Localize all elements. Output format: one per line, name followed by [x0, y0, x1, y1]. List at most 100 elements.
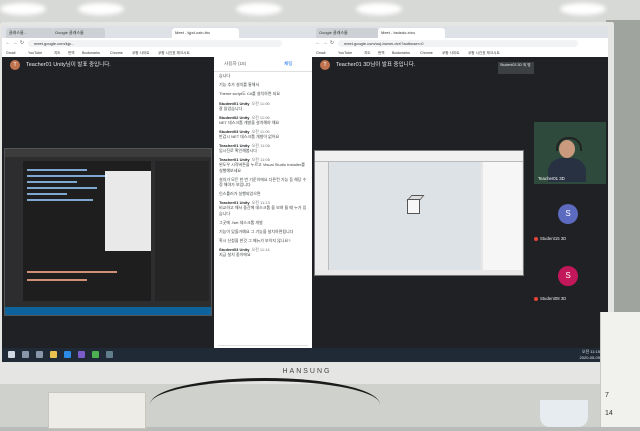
code-line: [27, 279, 87, 281]
mic-off-icon: [534, 296, 538, 301]
forward-icon[interactable]: →: [322, 40, 328, 46]
reload-icon[interactable]: ↻: [19, 40, 25, 46]
presenter-avatar: T: [320, 60, 330, 70]
edge-icon[interactable]: [64, 351, 71, 358]
modeler-tray-panel: [483, 162, 522, 270]
ide-status-bar: [5, 307, 211, 315]
task-view-icon[interactable]: [36, 351, 43, 358]
ide-menu-bar: [5, 149, 211, 157]
chat-message: 습니다: [219, 73, 308, 78]
chat-message: Student03 Unity 오전 11:14 지금 설치 중이에요: [219, 247, 308, 257]
participant-name: Student15 3D: [534, 236, 566, 241]
forward-icon[interactable]: →: [12, 40, 18, 46]
monitor-brand: HANSUNG: [282, 368, 332, 375]
ceiling: [0, 0, 640, 22]
modeler-tool-palette: [315, 162, 329, 270]
participant-avatar[interactable]: S: [558, 266, 578, 286]
bookmark-item[interactable]: YouTube: [28, 50, 42, 56]
participant-name: Teacher01 3D: [538, 176, 565, 181]
chat-message: 인스톨러가 실행되었으면: [219, 191, 308, 196]
chat-text: 습니다: [219, 73, 231, 78]
presenter-banner: Teacher01 Unity님이 발표 중입니다.: [26, 62, 111, 68]
chat-text: 기능이 있을거예요 그 기능을 설치하면됩니다: [219, 229, 294, 235]
chat-timestamp: 오전 11:14: [251, 247, 270, 253]
shared-screen: [314, 150, 524, 276]
ide-dialog: [105, 171, 151, 251]
chat-timestamp: 오전 11:06: [251, 100, 270, 106]
code-line: [27, 187, 97, 189]
back-icon[interactable]: ←: [315, 40, 321, 46]
chat-message: Theme script도 C#를 설치하면 되요: [219, 91, 308, 96]
bookmark-item[interactable]: 지도: [364, 50, 371, 56]
search-icon[interactable]: [22, 351, 29, 358]
ceiling-light: [78, 3, 124, 15]
right-browser-window: Google 클래스룸 Meet - bsdsdo-xixu ← → ↻ mee…: [312, 26, 608, 362]
bookmark-item[interactable]: 쿠팡 시간표 체크시트: [468, 50, 500, 56]
chrome-icon[interactable]: [92, 351, 99, 358]
chat-sender-name: Student01 Unity: [219, 100, 250, 106]
back-icon[interactable]: ←: [5, 40, 11, 46]
bookmark-item[interactable]: Gmail: [316, 50, 325, 56]
chat-message: 그곳에 .Net 데스크톱 개발: [219, 220, 308, 225]
chat-text: 그곳에 .Net 데스크톱 개발: [219, 219, 263, 225]
headphones-icon: [556, 137, 582, 151]
cable: [150, 378, 380, 431]
cup: [540, 400, 588, 427]
bookmark-item[interactable]: 번역: [68, 50, 75, 56]
browser-tab[interactable]: 클래스룸...: [6, 28, 53, 38]
code-line: [27, 199, 93, 201]
tab-people[interactable]: 사용자 (18): [224, 60, 246, 68]
system-clock[interactable]: 오전 11:15 2020-05-09: [580, 349, 600, 361]
chat-message: Student03 Unity 오전 11:06 반갑시 NET 데스크톱 개발이 …: [219, 129, 308, 139]
bookmark-item[interactable]: 쿠팡 사이트: [442, 50, 460, 56]
os-taskbar: 오전 11:15 2020-05-09: [2, 348, 608, 362]
chat-message: Teacher01 Unity 오전 11:06 왼도우 시작버튼을 누르고 Vis…: [219, 157, 308, 172]
tab-bar: Google 클래스룸 Meet - bsdsdo-xixu: [312, 26, 608, 38]
browser-tab-active[interactable]: Meet - kjpd-ozin-thc: [172, 28, 239, 38]
chat-panel: 사용자 (18) 채팅 습니다기능 추가 설치를 통해서 Theme script…: [214, 57, 312, 362]
bookmark-item[interactable]: 쿠팡 시간표 체크시트: [158, 50, 190, 56]
chat-text: 잘 읽었습니다: [219, 105, 243, 111]
tab-chat[interactable]: 채팅: [284, 60, 292, 68]
visual-studio-icon[interactable]: [78, 351, 85, 358]
bookmark-item[interactable]: 지도: [54, 50, 61, 56]
windows-start-icon[interactable]: [8, 351, 15, 358]
bookmark-item[interactable]: Bookmarks: [82, 50, 100, 56]
bookmark-item[interactable]: Gmail: [6, 50, 15, 56]
ceiling-light: [560, 3, 606, 15]
browser-tab[interactable]: Google 클래스룸: [52, 28, 105, 38]
participant-name-text: Student08 3D: [540, 296, 567, 301]
ide-solution-explorer: [155, 161, 209, 301]
code-line: [27, 169, 87, 171]
chat-message: 혹시 신청을 한것 그 메뉴가 보이지 않나요?: [219, 238, 308, 243]
chat-message: 기능 추가 설치를 통해서: [219, 82, 308, 87]
file-explorer-icon[interactable]: [50, 351, 57, 358]
cube-shape: [407, 199, 420, 214]
reload-icon[interactable]: ↻: [329, 40, 335, 46]
bookmark-item[interactable]: Chrome: [420, 50, 433, 56]
chat-text: 기능 추가 설치를 통해서: [219, 82, 260, 88]
chat-text: 반갑시 NET 데스크톱 개발이 없어요: [219, 134, 280, 140]
ceiling-light: [0, 3, 46, 15]
participant-avatar[interactable]: S: [558, 204, 578, 224]
chat-text: 인스톨러가 실행되었으면: [219, 191, 261, 197]
tab-bar: 클래스룸... Google 클래스룸 Meet - kjpd-ozin-thc: [2, 26, 312, 38]
chat-message: Teacher01 Unity 오전 11:13 비교하고 해서 중간에 데스크톱 …: [219, 200, 308, 215]
chat-text: 비교하고 해서 중간에 데스크톱 을 보여 될 때 누가 있습니다: [219, 205, 307, 216]
chat-text: 왼도우 시작버튼을 누르고 Visual Studio Installer를 실…: [219, 162, 305, 173]
presenter-banner: Teacher01 3D님이 발표 중입니다.: [336, 62, 416, 68]
app-icon[interactable]: [106, 351, 113, 358]
bookmark-item[interactable]: Bookmarks: [392, 50, 410, 56]
chat-message: 기능이 있을거예요 그 기능을 설치하면됩니다: [219, 229, 308, 234]
bookmark-item[interactable]: YouTube: [338, 50, 352, 56]
bookmark-item[interactable]: 쿠팡 사이트: [132, 50, 150, 56]
bookmark-item[interactable]: Chrome: [110, 50, 123, 56]
browser-tab[interactable]: Google 클래스룸: [316, 28, 379, 38]
url-field[interactable]: meet.google.com/ouj-bwmn-dvr/?authuser=0: [338, 40, 578, 47]
bookmark-item[interactable]: 번역: [378, 50, 385, 56]
participant-video-tile[interactable]: Teacher01 3D: [534, 122, 606, 184]
modeler-toolbar: [315, 151, 523, 162]
browser-tab-active[interactable]: Meet - bsdsdo-xixu: [378, 28, 445, 38]
chat-message: Student01 Unity 오전 11:06 잘 읽었습니다: [219, 101, 308, 111]
url-field[interactable]: meet.google.com/kjp...: [28, 40, 282, 47]
